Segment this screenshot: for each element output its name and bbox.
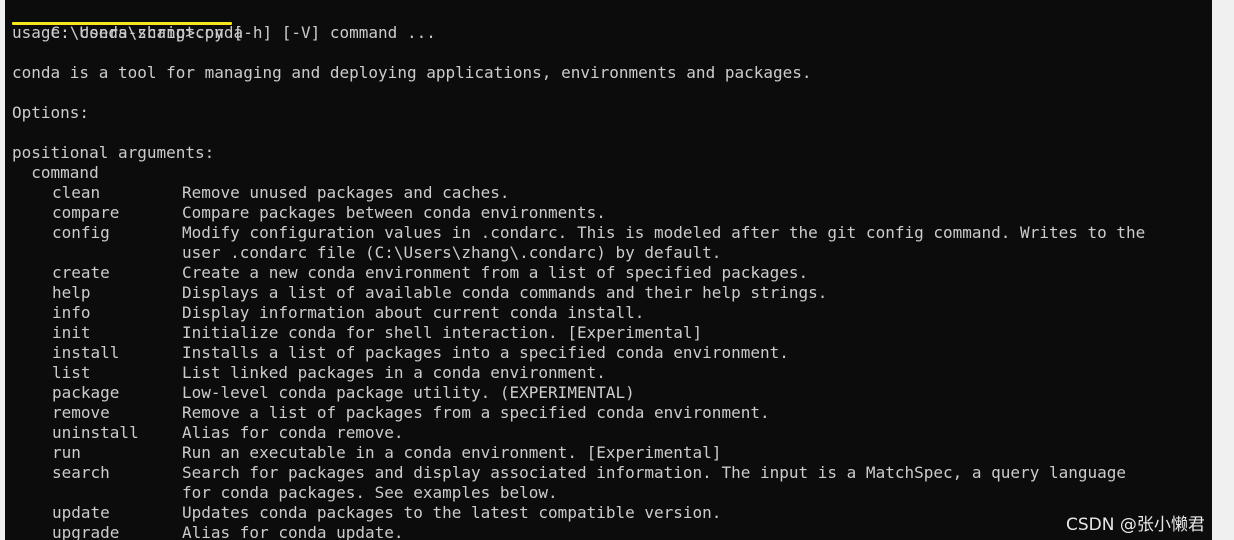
command-name: create [52, 263, 110, 282]
terminal-output[interactable]: C:\Users\zhang>conda usage: conda-script… [5, 0, 1212, 540]
command-heading: command [12, 163, 99, 182]
command-name: compare [52, 203, 120, 222]
command-name: remove [52, 403, 110, 422]
command-description: Updates conda packages to the latest com… [182, 503, 722, 522]
command-name: search [52, 463, 110, 482]
command-description: Remove unused packages and caches. [182, 183, 510, 202]
command-description: Alias for conda remove. [182, 423, 404, 442]
command-row: uninstall Alias for conda remove. [5, 423, 1212, 443]
command-description: Remove a list of packages from a specifi… [182, 403, 770, 422]
right-window-edge [1212, 0, 1234, 540]
command-row: install Installs a list of packages into … [5, 343, 1212, 363]
command-name: info [52, 303, 91, 322]
command-name: init [52, 323, 91, 342]
options-heading: Options: [12, 103, 90, 122]
command-description: Create a new conda environment from a li… [182, 263, 809, 282]
usage-line: usage: conda-script.py [-h] [-V] command… [12, 23, 436, 42]
command-name: install [52, 343, 120, 362]
command-name: uninstall [52, 423, 139, 442]
command-row: run Run an executable in a conda environm… [5, 443, 1212, 463]
command-row: help Displays a list of available conda c… [5, 283, 1212, 303]
command-name: list [52, 363, 91, 382]
description-line: conda is a tool for managing and deployi… [12, 63, 812, 82]
command-name: help [52, 283, 91, 302]
command-row: package Low-level conda package utility. … [5, 383, 1212, 403]
command-name: config [52, 223, 110, 242]
command-description: Modify configuration values in .condarc.… [182, 223, 1146, 242]
command-description: Run an executable in a conda environment… [182, 443, 722, 462]
command-name: clean [52, 183, 101, 202]
command-row: init Initialize conda for shell interacti… [5, 323, 1212, 343]
command-name: upgrade [52, 523, 120, 540]
command-row: search Search for packages and display as… [5, 463, 1212, 483]
positional-heading: positional arguments: [12, 143, 215, 162]
command-description-continuation: for conda packages. See examples below. [182, 483, 558, 502]
command-row: compare Compare packages between conda en… [5, 203, 1212, 223]
command-description: Initialize conda for shell interaction. … [182, 323, 703, 342]
command-description: Displays a list of available conda comma… [182, 283, 828, 302]
command-description: List linked packages in a conda environm… [182, 363, 606, 382]
command-description: Low-level conda package utility. (EXPERI… [182, 383, 635, 402]
command-row: list List linked packages in a conda envi… [5, 363, 1212, 383]
command-name: run [52, 443, 81, 462]
command-description: Installs a list of packages into a speci… [182, 343, 789, 362]
command-row: create Create a new conda environment fro… [5, 263, 1212, 283]
command-description: Compare packages between conda environme… [182, 203, 606, 222]
command-row: info Display information about current co… [5, 303, 1212, 323]
command-row: remove Remove a list of packages from a s… [5, 403, 1212, 423]
command-description: Alias for conda update. [182, 523, 404, 540]
command-name: update [52, 503, 110, 522]
watermark: CSDN @张小懒君 [1066, 515, 1205, 535]
command-row: clean Remove unused packages and caches. [5, 183, 1212, 203]
command-row-continuation: user .condarc file (C:\Users\zhang\.cond… [5, 243, 1212, 263]
command-row: config Modify configuration values in .co… [5, 223, 1212, 243]
command-description: Search for packages and display associat… [182, 463, 1127, 482]
command-row: upgrade Alias for conda update. [5, 523, 1212, 540]
command-description: Display information about current conda … [182, 303, 645, 322]
command-row-continuation: for conda packages. See examples below. [5, 483, 1212, 503]
command-row: update Updates conda packages to the late… [5, 503, 1212, 523]
command-name: package [52, 383, 120, 402]
command-description-continuation: user .condarc file (C:\Users\zhang\.cond… [182, 243, 722, 262]
command-prompt-line: C:\Users\zhang>conda [12, 3, 243, 42]
